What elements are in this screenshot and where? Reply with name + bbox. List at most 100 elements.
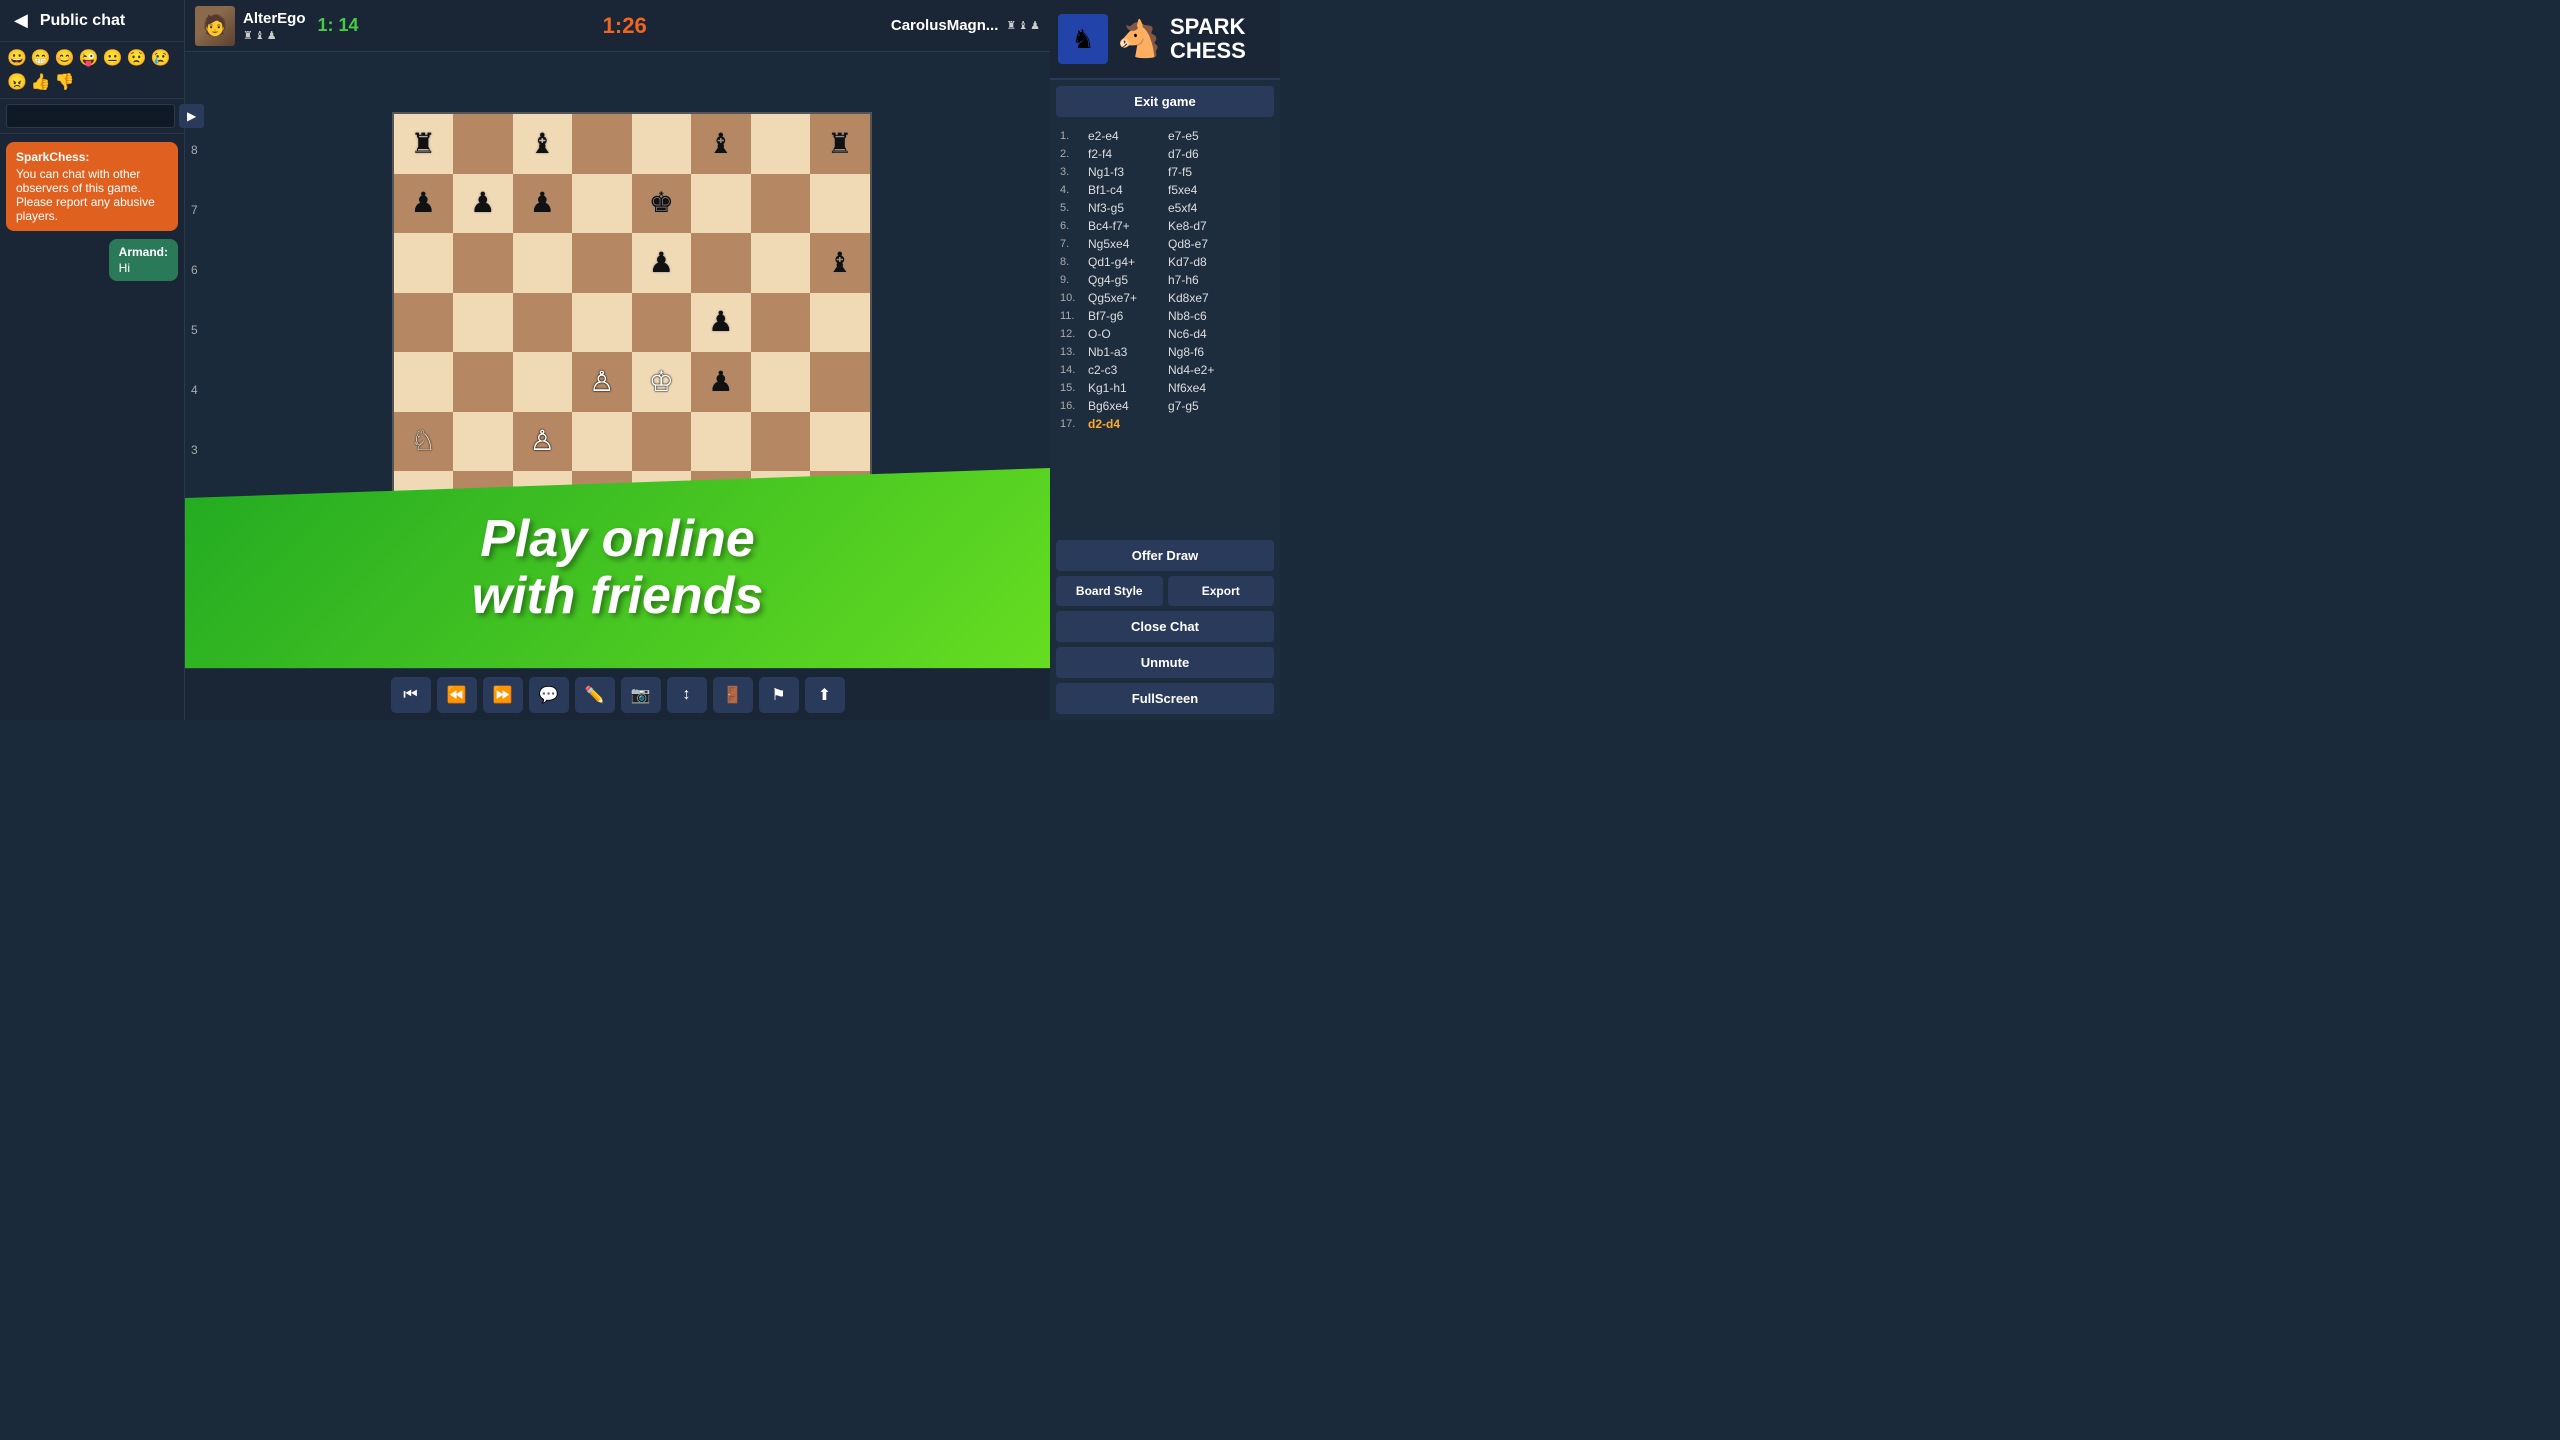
move-white[interactable]: Bc4-f7+ <box>1088 219 1168 233</box>
move-black[interactable]: Kd8xe7 <box>1168 291 1258 305</box>
board-cell[interactable] <box>572 412 632 472</box>
board-cell[interactable]: ♟ <box>453 174 513 234</box>
board-cell[interactable] <box>632 412 692 472</box>
move-black[interactable]: Qd8-e7 <box>1168 237 1258 251</box>
emoji-button[interactable]: 😠 <box>6 71 28 93</box>
ctrl-camera-icon[interactable]: 📷 <box>621 677 661 713</box>
move-black[interactable]: Kd7-d8 <box>1168 255 1258 269</box>
emoji-button[interactable]: 😊 <box>54 47 76 69</box>
board-cell[interactable]: ♝ <box>691 114 751 174</box>
ctrl-up-icon[interactable]: ⬆ <box>805 677 845 713</box>
board-cell[interactable] <box>453 293 513 353</box>
move-white[interactable]: Ng1-f3 <box>1088 165 1168 179</box>
ctrl-flag-icon[interactable]: ⚑ <box>759 677 799 713</box>
move-white[interactable]: Bg6xe4 <box>1088 399 1168 413</box>
move-white[interactable]: Nb1-a3 <box>1088 345 1168 359</box>
ctrl-fast-forward[interactable]: ⏩ <box>483 677 523 713</box>
board-cell[interactable] <box>810 412 870 472</box>
board-cell[interactable]: ♜ <box>810 114 870 174</box>
move-white[interactable]: Ng5xe4 <box>1088 237 1168 251</box>
move-black[interactable]: f5xe4 <box>1168 183 1258 197</box>
move-black[interactable]: Ng8-f6 <box>1168 345 1258 359</box>
board-cell[interactable]: ♚ <box>632 174 692 234</box>
move-white[interactable]: Kg1-h1 <box>1088 381 1168 395</box>
move-black[interactable]: g7-g5 <box>1168 399 1258 413</box>
board-cell[interactable]: ♟ <box>691 352 751 412</box>
back-button[interactable]: ◀ <box>10 8 32 33</box>
move-white[interactable]: Qd1-g4+ <box>1088 255 1168 269</box>
board-cell[interactable]: ♜ <box>394 114 454 174</box>
move-black[interactable]: Nd4-e2+ <box>1168 363 1258 377</box>
ctrl-rewind-start[interactable]: ⏮ <box>391 677 431 713</box>
move-white[interactable]: f2-f4 <box>1088 147 1168 161</box>
board-cell[interactable] <box>751 233 811 293</box>
board-cell[interactable] <box>691 412 751 472</box>
board-cell[interactable]: ♙ <box>513 412 573 472</box>
board-cell[interactable] <box>751 412 811 472</box>
move-white[interactable]: c2-c3 <box>1088 363 1168 377</box>
offer-draw-button[interactable]: Offer Draw <box>1056 540 1274 571</box>
board-cell[interactable] <box>513 233 573 293</box>
board-cell[interactable] <box>751 174 811 234</box>
move-white[interactable]: Qg4-g5 <box>1088 273 1168 287</box>
board-cell[interactable] <box>572 114 632 174</box>
ctrl-arrows-icon[interactable]: ↕ <box>667 677 707 713</box>
board-cell[interactable] <box>751 114 811 174</box>
emoji-button[interactable]: 😢 <box>150 47 172 69</box>
move-white[interactable]: Qg5xe7+ <box>1088 291 1168 305</box>
move-white[interactable]: O-O <box>1088 327 1168 341</box>
export-button[interactable]: Export <box>1168 576 1275 606</box>
move-white[interactable]: e2-e4 <box>1088 129 1168 143</box>
board-cell[interactable]: ♔ <box>632 352 692 412</box>
board-cell[interactable] <box>572 233 632 293</box>
board-cell[interactable] <box>572 174 632 234</box>
board-cell[interactable] <box>751 352 811 412</box>
board-cell[interactable] <box>394 233 454 293</box>
move-black[interactable]: f7-f5 <box>1168 165 1258 179</box>
ctrl-edit-icon[interactable]: ✏️ <box>575 677 615 713</box>
emoji-button[interactable]: 👎 <box>54 71 76 93</box>
board-cell[interactable] <box>513 352 573 412</box>
ctrl-chat-icon[interactable]: 💬 <box>529 677 569 713</box>
emoji-button[interactable]: 😟 <box>126 47 148 69</box>
board-style-button[interactable]: Board Style <box>1056 576 1163 606</box>
board-cell[interactable] <box>691 233 751 293</box>
board-cell[interactable] <box>453 114 513 174</box>
emoji-button[interactable]: 👍 <box>30 71 52 93</box>
board-cell[interactable] <box>453 233 513 293</box>
move-black[interactable]: h7-h6 <box>1168 273 1258 287</box>
chat-input[interactable] <box>6 104 175 128</box>
move-black[interactable]: Nc6-d4 <box>1168 327 1258 341</box>
board-cell[interactable] <box>453 352 513 412</box>
exit-game-button[interactable]: Exit game <box>1056 86 1274 117</box>
emoji-button[interactable]: 😐 <box>102 47 124 69</box>
emoji-button[interactable]: 😜 <box>78 47 100 69</box>
move-black[interactable]: Nf6xe4 <box>1168 381 1258 395</box>
move-black[interactable]: d7-d6 <box>1168 147 1258 161</box>
move-black[interactable]: Ke8-d7 <box>1168 219 1258 233</box>
board-cell[interactable] <box>453 412 513 472</box>
close-chat-button[interactable]: Close Chat <box>1056 611 1274 642</box>
ctrl-resign-icon[interactable]: 🚪 <box>713 677 753 713</box>
board-cell[interactable] <box>810 352 870 412</box>
board-cell[interactable] <box>394 352 454 412</box>
board-cell[interactable] <box>810 174 870 234</box>
board-cell[interactable] <box>572 293 632 353</box>
board-cell[interactable]: ♝ <box>513 114 573 174</box>
move-white[interactable]: d2-d4 <box>1088 417 1168 431</box>
unmute-button[interactable]: Unmute <box>1056 647 1274 678</box>
board-cell[interactable] <box>751 293 811 353</box>
fullscreen-button[interactable]: FullScreen <box>1056 683 1274 714</box>
move-white[interactable]: Nf3-g5 <box>1088 201 1168 215</box>
move-white[interactable]: Bf1-c4 <box>1088 183 1168 197</box>
ctrl-rewind[interactable]: ⏪ <box>437 677 477 713</box>
board-cell[interactable] <box>632 293 692 353</box>
move-white[interactable]: Bf7-g6 <box>1088 309 1168 323</box>
board-cell[interactable]: ♙ <box>572 352 632 412</box>
emoji-button[interactable]: 😁 <box>30 47 52 69</box>
board-cell[interactable]: ♟ <box>632 233 692 293</box>
board-cell[interactable]: ♟ <box>513 174 573 234</box>
board-cell[interactable] <box>394 293 454 353</box>
emoji-button[interactable]: 😀 <box>6 47 28 69</box>
move-black[interactable]: Nb8-c6 <box>1168 309 1258 323</box>
